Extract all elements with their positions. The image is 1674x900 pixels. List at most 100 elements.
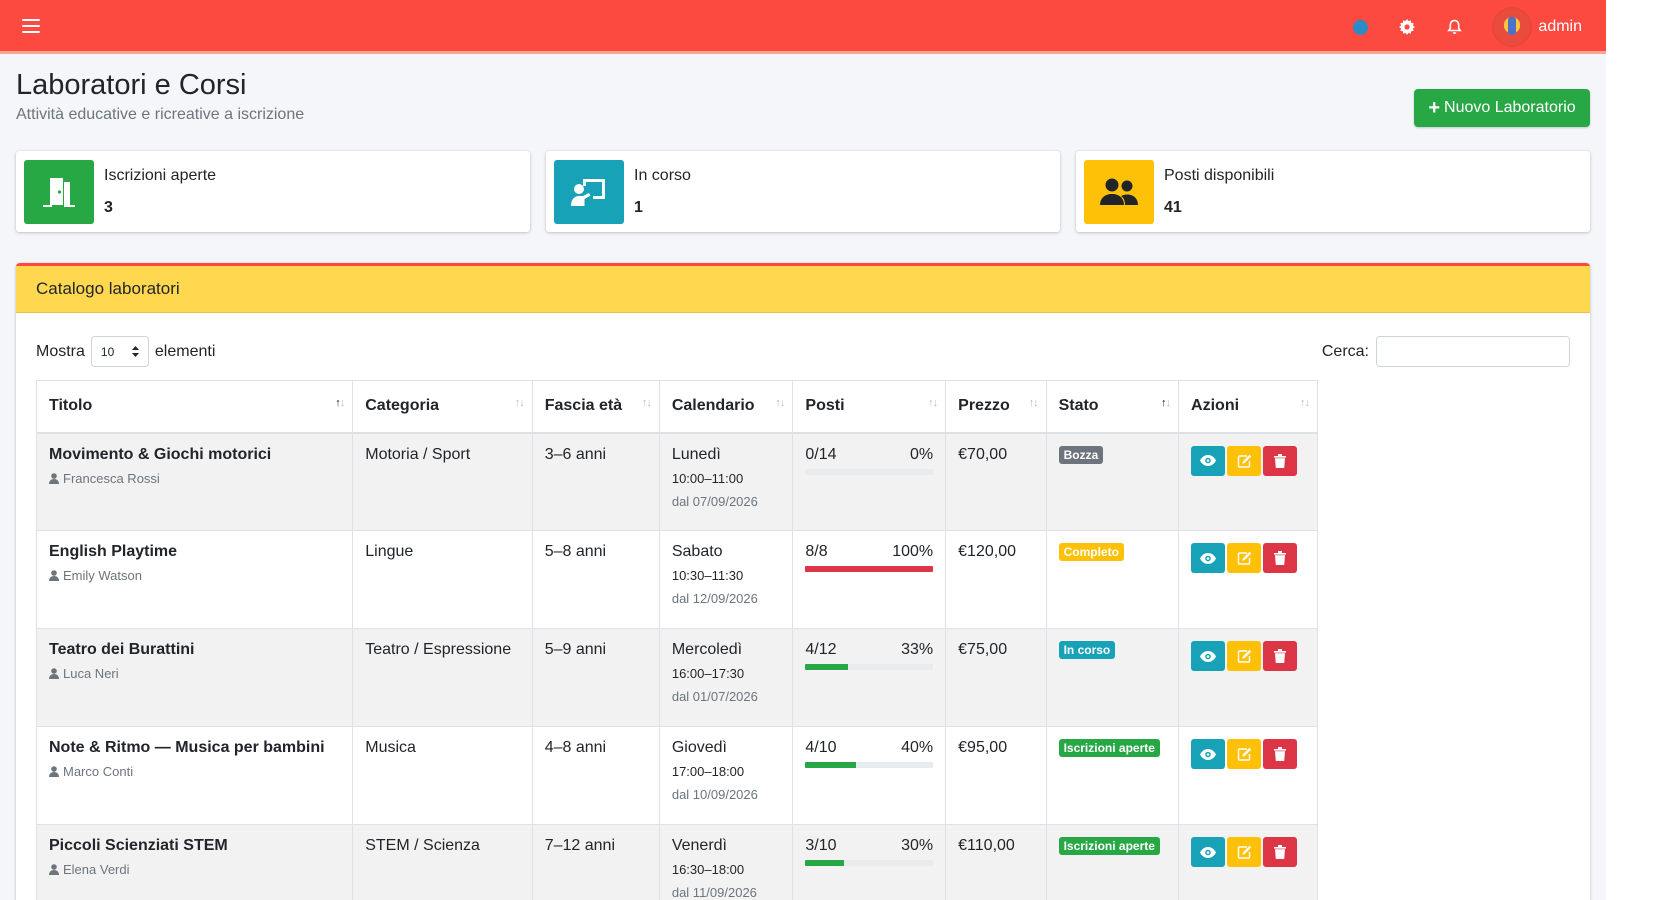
trash-icon (1274, 747, 1287, 761)
lab-category: Teatro / Espressione (352, 628, 533, 727)
delete-button[interactable] (1263, 739, 1298, 769)
lab-start-date: dal 01/07/2026 (671, 689, 758, 704)
user-icon (49, 766, 59, 777)
seats-progress-bar (805, 566, 934, 572)
view-button[interactable] (1191, 543, 1226, 573)
page-length-control: Mostra 10 elementi (36, 336, 215, 367)
seats-percent: 30% (901, 837, 934, 854)
page-length-prefix: Mostra (36, 342, 85, 360)
lab-category: Motoria / Sport (352, 432, 533, 531)
view-button[interactable] (1191, 739, 1226, 769)
lab-teacher: Emily Watson (49, 568, 340, 583)
view-button[interactable] (1191, 641, 1226, 671)
lab-start-date: dal 11/09/2026 (671, 885, 757, 900)
seats-progress-bar (805, 762, 934, 768)
lab-price: €95,00 (945, 726, 1047, 825)
plus-icon: + (1428, 97, 1441, 119)
lab-price: €75,00 (945, 628, 1047, 727)
page-header: Laboratori e Corsi Attività educative e … (16, 68, 304, 124)
bars-icon[interactable] (22, 18, 40, 33)
seats-progress-bar (805, 468, 934, 475)
edit-button[interactable] (1227, 641, 1262, 671)
teacher-name: Marco Conti (63, 764, 134, 779)
column-header-status[interactable]: Stato ↑↓ (1045, 380, 1180, 434)
page-length-select[interactable]: 10 (90, 336, 149, 367)
lab-teacher: Elena Verdi (49, 862, 340, 877)
bell-icon[interactable] (1444, 17, 1464, 37)
lab-time: 10:00–11:00 (671, 470, 744, 486)
lab-title[interactable]: Note & Ritmo — Musica per bambini (49, 739, 340, 757)
avatar[interactable] (1494, 9, 1531, 45)
trash-icon (1274, 845, 1287, 859)
lab-category: Lingue (352, 530, 533, 629)
lab-teacher: Luca Neri (49, 666, 340, 681)
table-row: Movimento & Giochi motorici Francesca Ro… (35, 432, 1318, 531)
lab-time: 16:00–17:30 (671, 666, 745, 681)
edit-button[interactable] (1227, 445, 1262, 476)
status-badge: Completo (1058, 543, 1124, 561)
lab-day: Mercoledì (671, 641, 743, 658)
top-navbar: admin (0, 0, 1606, 54)
lab-price: €120,00 (945, 530, 1047, 629)
updown-icon (131, 346, 139, 357)
edit-icon (1237, 845, 1251, 859)
column-header-actions[interactable]: Azioni ↑↓ (1178, 380, 1318, 434)
table-header-row: Titolo ↑↓ Categoria ↑↓ Fascia età ↑↓ Calend… (35, 380, 1318, 434)
edit-icon (1237, 551, 1251, 565)
column-header-age[interactable]: Fascia età ↑↓ (531, 380, 660, 434)
status-badge: Iscrizioni aperte (1058, 739, 1160, 757)
lab-start-date: dal 07/09/2026 (671, 493, 758, 509)
edit-button[interactable] (1227, 837, 1262, 867)
seats-percent: 33% (901, 641, 934, 658)
lab-title[interactable]: Movimento & Giochi motorici (49, 446, 340, 464)
delete-button[interactable] (1263, 641, 1298, 671)
new-laboratory-button[interactable]: + Nuovo Laboratorio (1414, 89, 1590, 127)
delete-button[interactable] (1263, 543, 1298, 573)
seats-count: 0/14 (805, 445, 837, 463)
lab-category: Musica (352, 726, 533, 825)
trash-icon (1274, 453, 1287, 468)
column-header-calendar[interactable]: Calendario ↑↓ (658, 380, 794, 434)
status-badge: Bozza (1058, 445, 1104, 464)
view-button[interactable] (1191, 837, 1226, 867)
column-header-seats[interactable]: Posti ↑↓ (792, 380, 947, 434)
column-header-category[interactable]: Categoria ↑↓ (352, 380, 533, 434)
view-button[interactable] (1191, 445, 1226, 476)
lab-title[interactable]: English Playtime (49, 543, 340, 561)
stat-value: 1 (634, 198, 643, 216)
username[interactable]: admin (1538, 18, 1582, 36)
seats-progress-fill (805, 762, 857, 768)
lab-title[interactable]: Teatro dei Burattini (49, 641, 340, 659)
trash-icon (1274, 649, 1287, 663)
edit-button[interactable] (1227, 739, 1262, 769)
column-header-title[interactable]: Titolo ↑↓ (35, 380, 354, 434)
stat-available-seats: Posti disponibili 41 (1076, 151, 1590, 232)
lab-category: STEM / Scienza (352, 824, 533, 900)
seats-percent: 40% (901, 739, 934, 756)
globe-icon[interactable] (1350, 17, 1370, 37)
search-input[interactable] (1376, 336, 1570, 367)
seats-progress-fill (805, 664, 848, 670)
lab-time: 16:30–18:00 (671, 862, 745, 877)
delete-button[interactable] (1263, 445, 1298, 476)
seats-count: 8/8 (805, 543, 828, 560)
lab-age-range: 5–9 anni (531, 628, 660, 727)
table-row: English Playtime Emily Watson Lingue 5–8… (35, 530, 1318, 629)
column-header-price[interactable]: Prezzo ↑↓ (945, 380, 1047, 434)
teacher-name: Elena Verdi (63, 862, 130, 877)
page-length-suffix: elementi (154, 342, 216, 360)
lab-title[interactable]: Piccoli Scienziati STEM (49, 837, 340, 855)
teacher-name: Luca Neri (63, 666, 119, 681)
trash-icon (1274, 551, 1287, 565)
door-open-icon (24, 159, 94, 224)
delete-button[interactable] (1263, 837, 1298, 867)
gear-icon[interactable] (1397, 17, 1417, 37)
lab-price: €70,00 (945, 432, 1047, 531)
edit-button[interactable] (1227, 543, 1262, 573)
table-row: Note & Ritmo — Musica per bambini Marco … (35, 726, 1318, 825)
eye-icon (1200, 846, 1217, 858)
table-row: Teatro dei Burattini Luca Neri Teatro / … (35, 628, 1318, 727)
page-title: Laboratori e Corsi (16, 69, 247, 101)
lab-age-range: 3–6 anni (531, 432, 660, 531)
status-badge: Iscrizioni aperte (1058, 837, 1160, 855)
